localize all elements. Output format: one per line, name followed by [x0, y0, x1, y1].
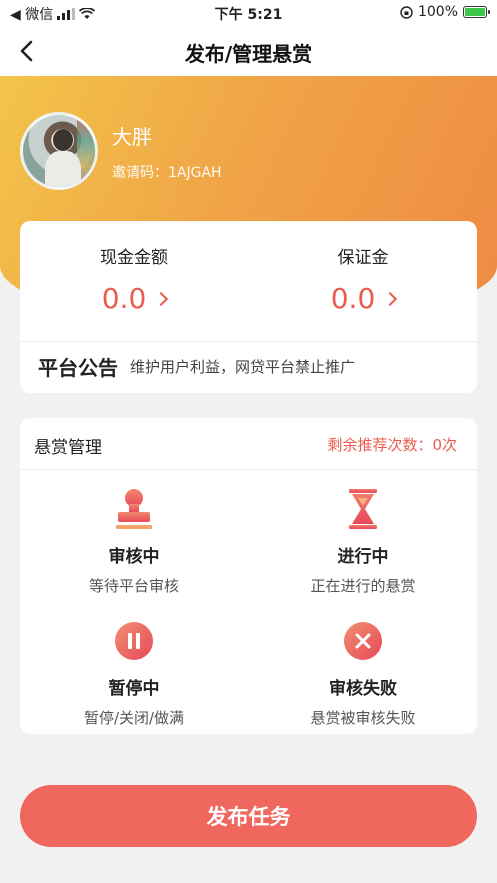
page-title: 发布/管理悬赏: [184, 42, 313, 66]
status-under-review[interactable]: 审核中 等待平台审核: [20, 486, 248, 596]
battery-icon: [463, 6, 490, 18]
status-paused[interactable]: 暂停中 暂停/关闭/做满: [20, 618, 248, 728]
orientation-lock-icon: [400, 5, 413, 19]
status-desc: 正在进行的悬赏: [310, 577, 416, 595]
user-name: 大胖: [112, 124, 152, 149]
cash-label: 现金金额: [100, 248, 168, 268]
pause-icon: [115, 622, 153, 660]
remaining-recommend-count: 剩余推荐次数：0次: [327, 436, 457, 454]
cash-value-link[interactable]: 0.0: [101, 282, 169, 315]
status-in-progress[interactable]: 进行中 正在进行的悬赏: [249, 486, 477, 596]
stamp-icon: [116, 489, 152, 529]
deposit-value: 0.0: [330, 282, 376, 315]
divider: [20, 341, 477, 342]
hourglass-icon: [349, 489, 377, 529]
nav-bar: 发布/管理悬赏: [0, 26, 497, 76]
deposit-label: 保证金: [337, 248, 389, 268]
avatar[interactable]: [20, 112, 98, 190]
management-header: 悬赏管理 剩余推荐次数：0次: [20, 418, 477, 470]
profile-info: 大胖 邀请码：1AJGAH: [112, 121, 222, 182]
chevron-right-icon: [154, 291, 169, 306]
deposit-section[interactable]: 保证金 0.0: [249, 243, 477, 315]
battery-percent: 100%: [417, 4, 458, 20]
status-name: 审核中: [108, 547, 160, 567]
notice-text: 维护用户利益，网贷平台禁止推广: [130, 358, 356, 376]
invite-code: 邀请码：1AJGAH: [112, 164, 222, 181]
publish-task-button[interactable]: 发布任务: [20, 785, 477, 847]
chevron-right-icon: [383, 291, 398, 306]
cash-value: 0.0: [101, 282, 147, 315]
deposit-value-link[interactable]: 0.0: [330, 282, 398, 315]
status-desc: 悬赏被审核失败: [310, 709, 416, 727]
money-card: 现金金额 0.0 保证金 0.0 平台公告 维护用户利益，网贷平台禁止推广: [20, 221, 477, 393]
status-bar: ◀ 微信 下午 5:21 100%: [0, 0, 497, 26]
status-right: 100%: [400, 4, 490, 20]
fail-icon: [344, 622, 382, 660]
cash-amount-section[interactable]: 现金金额 0.0: [20, 243, 248, 315]
platform-notice[interactable]: 平台公告 维护用户利益，网贷平台禁止推广: [38, 352, 355, 381]
management-title: 悬赏管理: [34, 438, 102, 458]
status-desc: 暂停/关闭/做满: [83, 709, 185, 727]
profile-section: 大胖 邀请码：1AJGAH: [20, 112, 222, 190]
notice-title: 平台公告: [38, 356, 118, 380]
status-desc: 等待平台审核: [88, 577, 179, 595]
status-name: 进行中: [337, 547, 389, 567]
status-name: 审核失败: [329, 679, 397, 699]
status-review-failed[interactable]: 审核失败 悬赏被审核失败: [249, 618, 477, 728]
status-name: 暂停中: [108, 679, 160, 699]
reward-management-card: 悬赏管理 剩余推荐次数：0次 审核中 等待平台审核 进行中 正在进行的悬赏 暂停…: [20, 418, 477, 734]
